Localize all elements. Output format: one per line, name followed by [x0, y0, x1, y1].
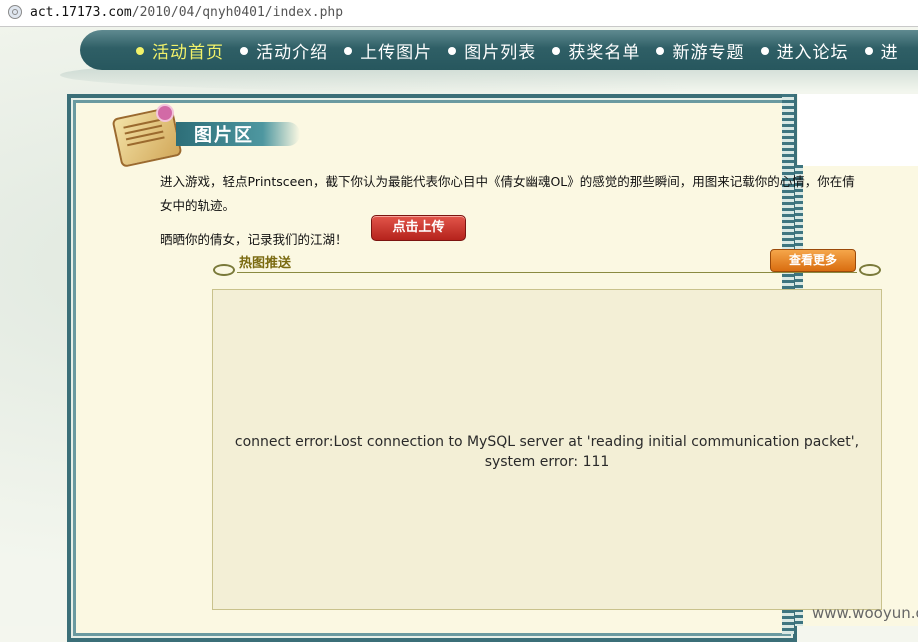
address-bar[interactable]: act.17173.com/2010/04/qnyh0401/index.php: [0, 0, 918, 27]
nav-item-label: 新游专题: [672, 43, 745, 63]
nav-item-label: 进入论坛: [776, 43, 849, 63]
bullet-icon: [136, 47, 144, 55]
intro-line: 女中的轨迹。: [160, 198, 236, 213]
view-more-button[interactable]: 查看更多: [770, 249, 856, 272]
bullet-icon: [344, 47, 353, 55]
divider: [237, 272, 857, 273]
bullet-icon: [760, 47, 769, 55]
bullet-icon: [240, 47, 249, 55]
nav-item-newgames[interactable]: 新游专题: [656, 38, 744, 63]
top-nav: 活动首页 活动介绍 上传图片 图片列表 获奖名单 新游专题 进入论坛 进: [80, 30, 918, 70]
bullet-icon: [864, 47, 873, 55]
nav-item-label: 图片列表: [464, 43, 537, 63]
nav-item-home[interactable]: 活动首页: [136, 38, 224, 63]
nav-item-intro[interactable]: 活动介绍: [240, 38, 328, 63]
url-path: /2010/04/qnyh0401/index.php: [131, 5, 344, 20]
nav-item-list[interactable]: 图片列表: [448, 38, 536, 63]
bullet-icon: [656, 47, 665, 55]
section-title: 图片区: [194, 125, 254, 146]
nav-item-label: 获奖名单: [568, 43, 641, 63]
nav-item-label: 进: [880, 43, 899, 63]
error-line: system error: 111: [484, 454, 610, 470]
upload-button[interactable]: 点击上传: [371, 215, 466, 241]
url-host: act.17173.com: [30, 5, 132, 20]
globe-icon: [8, 5, 22, 19]
flower-icon: [158, 106, 172, 120]
side-panel: [798, 94, 918, 166]
bullet-icon: [552, 47, 561, 55]
nav-item-winners[interactable]: 获奖名单: [552, 38, 640, 63]
hot-images-panel: connect error:Lost connection to MySQL s…: [212, 289, 882, 610]
nav-item-label: 上传图片: [360, 43, 433, 63]
intro-line: 进入游戏，轻点Printsceen，截下你认为最能代表你心目中《倩女幽魂OL》的…: [160, 174, 855, 189]
hot-images-title: 热图推送: [239, 256, 292, 271]
nav-item-label: 活动介绍: [256, 43, 329, 63]
nav-item-label: 活动首页: [152, 43, 224, 63]
intro-text: 进入游戏，轻点Printsceen，截下你认为最能代表你心目中《倩女幽魂OL》的…: [160, 170, 918, 252]
ornament-icon: [859, 264, 881, 276]
section-header: 图片区: [96, 106, 306, 168]
nav-item-forum[interactable]: 进入论坛: [760, 38, 849, 63]
nav-item-more[interactable]: 进: [864, 38, 899, 63]
error-message: connect error:Lost connection to MySQL s…: [213, 432, 881, 472]
error-line: connect error:Lost connection to MySQL s…: [234, 434, 860, 450]
bullet-icon: [448, 47, 457, 55]
nav-item-upload[interactable]: 上传图片: [344, 38, 432, 63]
ornament-icon: [213, 264, 235, 276]
watermark: www.wooyun.org: [812, 604, 918, 622]
url-text[interactable]: act.17173.com/2010/04/qnyh0401/index.php: [30, 5, 343, 20]
